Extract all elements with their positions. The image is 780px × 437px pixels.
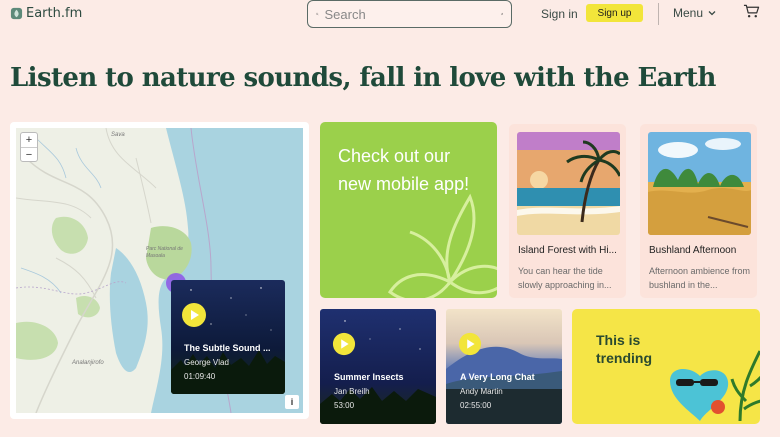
- butterfly-icon: [387, 193, 497, 298]
- track-title: A Very Long Chat: [460, 372, 535, 382]
- mobile-app-promo-card[interactable]: Check out our new mobile app!: [320, 122, 497, 298]
- popup-title: The Subtle Sound ...: [184, 343, 271, 353]
- signup-button[interactable]: Sign up: [586, 4, 643, 22]
- zoom-in-button[interactable]: +: [21, 133, 37, 147]
- menu-button[interactable]: Menu: [673, 6, 717, 20]
- search-icon: [316, 12, 319, 16]
- map-info-button[interactable]: i: [285, 395, 299, 409]
- sound-card[interactable]: Bushland Afternoon Afternoon ambience fr…: [640, 124, 757, 298]
- menu-label: Menu: [673, 6, 704, 20]
- track-card[interactable]: A Very Long Chat Andy Martin 02:55:00: [446, 309, 562, 424]
- track-artist: Andy Martin: [460, 387, 503, 396]
- logo-icon: [10, 7, 23, 20]
- trending-illustration: [670, 350, 760, 421]
- logo-text: Earth.fm: [26, 6, 83, 21]
- logo[interactable]: Earth.fm: [10, 6, 82, 21]
- zoom-control: + −: [20, 132, 38, 162]
- map-popup-card[interactable]: The Subtle Sound ... George Vlad 01:09:4…: [171, 280, 285, 394]
- map-place-label: Analanjirofo: [72, 360, 104, 366]
- search-box[interactable]: [307, 0, 512, 28]
- sound-card-description: You can hear the tide slowly approaching…: [518, 266, 612, 290]
- track-card[interactable]: Summer Insects Jan Breilh 53:00: [320, 309, 436, 424]
- sound-map[interactable]: Sava Parc National de Masoala Analanjiro…: [16, 128, 303, 413]
- sound-card-title: Island Forest with Hi...: [518, 245, 617, 256]
- popup-duration: 01:09:40: [184, 372, 216, 381]
- promo-text: Check out our new mobile app!: [338, 146, 470, 194]
- sound-card-description: Afternoon ambience from bushland in the.…: [649, 266, 751, 290]
- play-icon[interactable]: [181, 302, 207, 328]
- sound-card[interactable]: Island Forest with Hi... You can hear th…: [509, 124, 626, 298]
- track-duration: 53:00: [334, 401, 355, 410]
- track-artist: Jan Breilh: [334, 387, 370, 396]
- track-duration: 02:55:00: [460, 401, 492, 410]
- sound-thumbnail: [648, 132, 751, 235]
- cart-icon[interactable]: [743, 3, 760, 19]
- play-icon[interactable]: [332, 332, 356, 356]
- header-divider: [658, 3, 659, 25]
- filter-icon[interactable]: [500, 7, 504, 21]
- map-place-label: Parc National de Masoala: [146, 246, 183, 259]
- trending-card[interactable]: This is trending: [572, 309, 760, 424]
- popup-artist: George Vlad: [184, 358, 229, 367]
- map-panel: Sava Parc National de Masoala Analanjiro…: [10, 122, 309, 419]
- track-title: Summer Insects: [334, 372, 404, 382]
- search-input[interactable]: [324, 6, 501, 22]
- map-place-label: Sava: [111, 132, 125, 138]
- sound-card-title: Bushland Afternoon: [649, 245, 737, 256]
- zoom-out-button[interactable]: −: [21, 147, 37, 161]
- chevron-down-icon: [708, 11, 716, 16]
- site-header: Earth.fm Sign in Sign up Menu: [0, 0, 780, 30]
- signin-link[interactable]: Sign in: [541, 7, 578, 21]
- sound-thumbnail: [517, 132, 620, 235]
- play-icon[interactable]: [458, 332, 482, 356]
- page-title: Listen to nature sounds, fall in love wi…: [10, 63, 716, 93]
